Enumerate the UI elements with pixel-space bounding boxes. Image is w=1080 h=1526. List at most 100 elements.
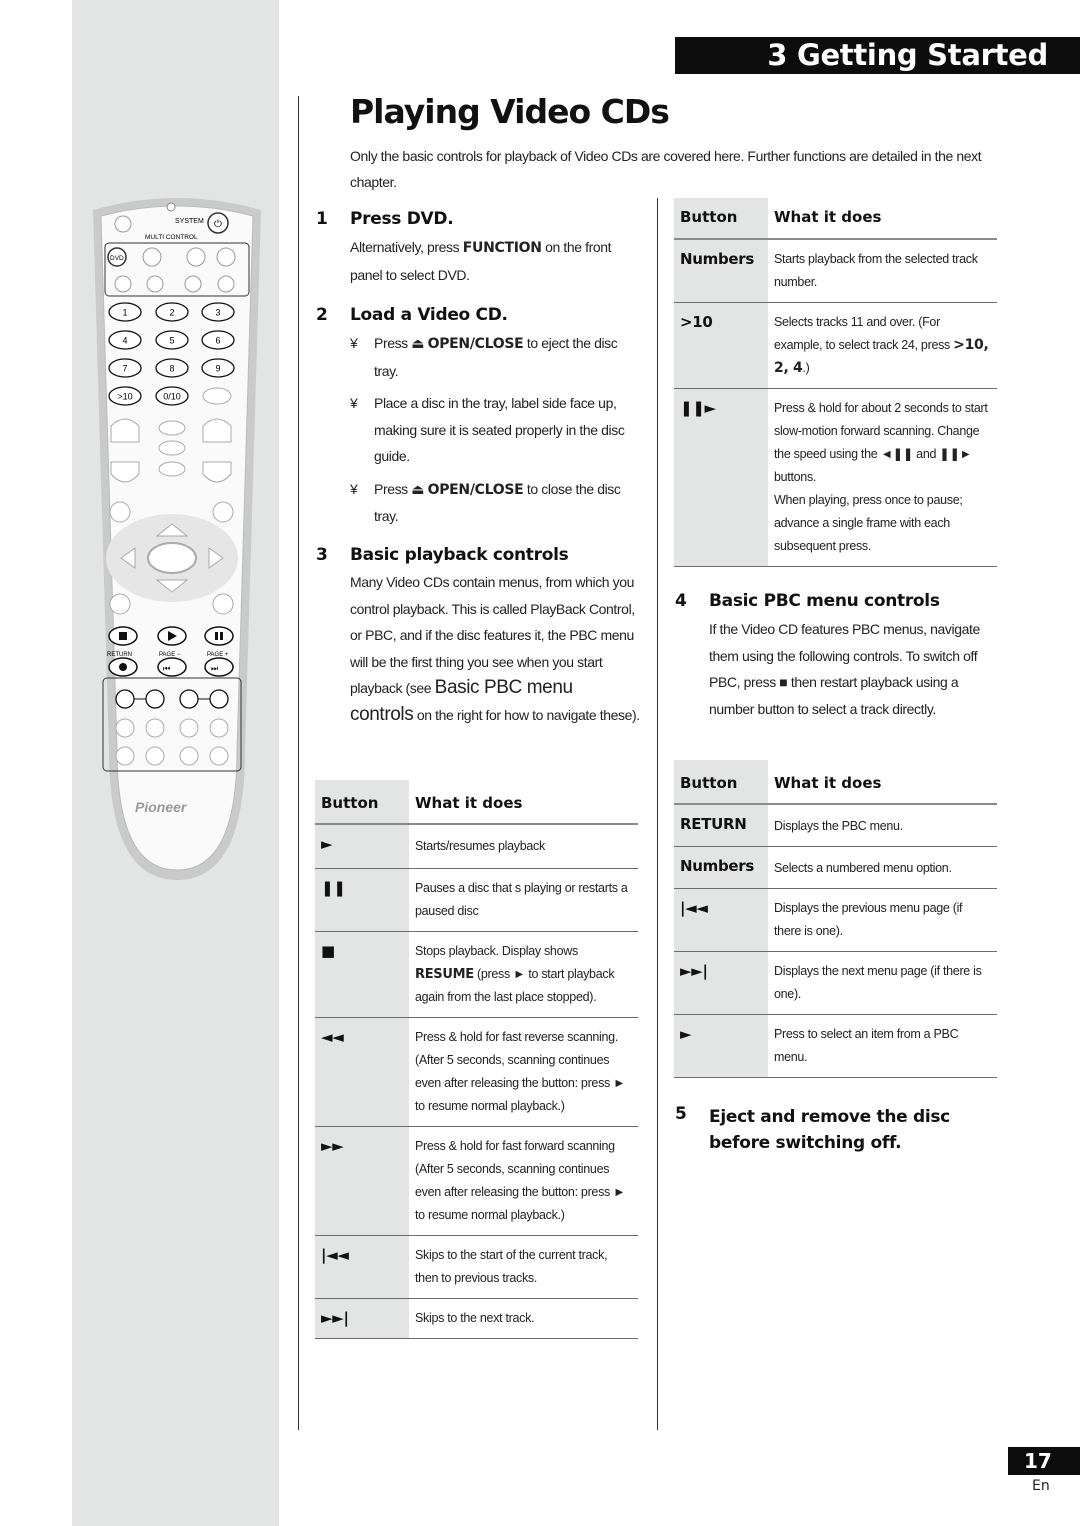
column-divider-middle xyxy=(657,198,658,1430)
step-3-text: Many Video CDs contain menus, from which… xyxy=(350,574,640,725)
remote-button xyxy=(186,247,206,267)
dvd-button-label: DVD xyxy=(110,255,124,262)
number-key-label: 2 xyxy=(169,308,174,318)
table-row: ❚❚ Pauses a disc that s playing or restar… xyxy=(315,868,638,932)
column-divider-left xyxy=(298,96,299,1430)
step-4-number: 4 xyxy=(675,591,687,611)
step-4-title: Basic PBC menu controls xyxy=(709,591,940,611)
remote-button xyxy=(146,275,164,293)
table-row: ►►| Skips to the next track. xyxy=(315,1298,638,1339)
stop-icon: ■ xyxy=(315,931,409,1018)
fast-forward-icon: ►► xyxy=(315,1126,409,1236)
enter-button[interactable] xyxy=(147,542,197,574)
fast-forward-button xyxy=(209,689,229,709)
play-icon: ► xyxy=(674,1014,768,1078)
table-row: ■ Stops playback. Display shows RESUME (p… xyxy=(315,931,638,1018)
remote-button xyxy=(114,275,132,293)
step-5-number: 5 xyxy=(675,1104,687,1124)
column-header-button: Button xyxy=(315,780,409,825)
table-row: |◄◄ Displays the previous menu page (if t… xyxy=(674,888,997,952)
step-1-number: 1 xyxy=(316,209,328,229)
remote-button xyxy=(217,275,235,293)
table-row: >10 Selects tracks 11 and over. (For exam… xyxy=(674,302,997,389)
step-1-title: Press DVD. xyxy=(350,209,454,229)
column-header-what-it-does: What it does xyxy=(409,780,638,825)
language-label: En xyxy=(1032,1478,1050,1494)
number-key-label: >10 xyxy=(117,392,132,402)
eject-icon: ⏏ xyxy=(411,335,425,351)
led-indicator xyxy=(166,202,176,212)
slow-forward-button xyxy=(145,689,165,709)
number-key-label: 6 xyxy=(215,336,220,346)
column-header-button: Button xyxy=(674,198,768,240)
number-key-label: 9 xyxy=(215,364,220,374)
step-1-text: Alternatively, press FUNCTION on the fro… xyxy=(350,239,612,283)
fast-reverse-button xyxy=(179,689,199,709)
table-row: |◄◄ Skips to the start of the current tra… xyxy=(315,1235,638,1299)
fast-reverse-icon: ◄◄ xyxy=(315,1017,409,1127)
pbc-controls-table: Button What it does RETURN Displays the P… xyxy=(674,760,997,1078)
number-key-label: 0/10 xyxy=(163,392,181,402)
page-minus-label: PAGE − xyxy=(159,652,181,658)
remote-button xyxy=(142,247,162,267)
number-key-label: 7 xyxy=(122,364,127,374)
channel-up-button xyxy=(202,418,232,443)
slow-forward-icon: ❚❚► xyxy=(674,388,768,567)
return-label: RETURN xyxy=(107,652,132,658)
slow-reverse-button xyxy=(115,689,135,709)
skip-back-icon: |◄◄ xyxy=(315,1235,409,1299)
step-3-number: 3 xyxy=(316,545,328,565)
step-2-bullets: ¥ Press ⏏ OPEN/CLOSE to eject the disc tr… xyxy=(350,330,640,530)
bullet-item: ¥ Press ⏏ OPEN/CLOSE to close the disc tr… xyxy=(350,480,621,525)
step-2-title: Load a Video CD. xyxy=(350,305,508,325)
number-key-label: 3 xyxy=(215,308,220,318)
play-icon: ► xyxy=(315,824,409,869)
next-button[interactable] xyxy=(204,657,234,677)
page-number: 17 xyxy=(1008,1447,1080,1475)
remote-control-illustration: SYSTEM ⏻ MULTI CONTROL DVD 1 2 3 4 5 6 7 8 9 >10 0… xyxy=(93,198,261,880)
page-title: Playing Video CDs xyxy=(350,92,670,131)
power-icon: ⏻ xyxy=(214,219,222,230)
table-row: Numbers Starts playback from the selected… xyxy=(674,239,997,303)
multi-control-label: MULTI CONTROL xyxy=(145,234,198,241)
eject-icon: ⏏ xyxy=(411,480,425,497)
table-row: RETURN Displays the PBC menu. xyxy=(674,804,997,847)
skip-back-icon: |◄◄ xyxy=(674,888,768,952)
playback-controls-table: Button What it does ► Starts/resumes play… xyxy=(315,780,638,1339)
column-header-what-it-does: What it does xyxy=(768,760,997,805)
table-row: ►► Press & hold for fast forward scanning… xyxy=(315,1126,638,1236)
table-row: ►►| Displays the next menu page (if there… xyxy=(674,951,997,1015)
skip-back-icon: ⏮ xyxy=(163,664,170,673)
number-key-label: 1 xyxy=(122,308,127,318)
table-row: ► Press to select an item from a PBC menu… xyxy=(674,1014,997,1078)
skip-forward-icon: ►►| xyxy=(674,951,768,1015)
remote-button xyxy=(114,215,132,233)
skip-forward-icon: ►►| xyxy=(315,1298,409,1339)
chapter-header: 3 Getting Started xyxy=(675,37,1080,74)
pause-icon xyxy=(215,632,218,640)
number-key-label: 4 xyxy=(122,336,127,346)
track-controls-table: Button What it does Numbers Starts playba… xyxy=(674,198,997,567)
table-row: ► Starts/resumes playback xyxy=(315,824,638,869)
pause-icon: ❚❚ xyxy=(315,868,409,932)
step-2-number: 2 xyxy=(316,305,328,325)
step-5-title: Eject and remove the disc before switchi… xyxy=(709,1107,950,1153)
system-label: SYSTEM xyxy=(175,218,204,225)
number-key-label: 8 xyxy=(169,364,174,374)
column-header-what-it-does: What it does xyxy=(768,198,997,240)
column-header-button: Button xyxy=(674,760,768,805)
brand-logo: Pioneer xyxy=(135,799,188,815)
table-row: Numbers Selects a numbered menu option. xyxy=(674,846,997,889)
stop-icon xyxy=(119,632,127,640)
step-4-text: If the Video CD features PBC menus, navi… xyxy=(709,621,980,717)
step-3-title: Basic playback controls xyxy=(350,545,569,565)
number-key-label: 5 xyxy=(169,336,174,346)
pause-button[interactable] xyxy=(204,626,234,646)
table-row: ◄◄ Press & hold for fast reverse scanning… xyxy=(315,1017,638,1127)
bullet-item: ¥ Press ⏏ OPEN/CLOSE to eject the disc tr… xyxy=(350,335,618,379)
page-plus-label: PAGE + xyxy=(207,652,229,658)
intro-text: Only the basic controls for playback of … xyxy=(350,148,982,190)
skip-forward-icon: ⏭ xyxy=(211,664,218,673)
remote-button xyxy=(184,275,202,293)
volume-up-button xyxy=(110,418,140,443)
